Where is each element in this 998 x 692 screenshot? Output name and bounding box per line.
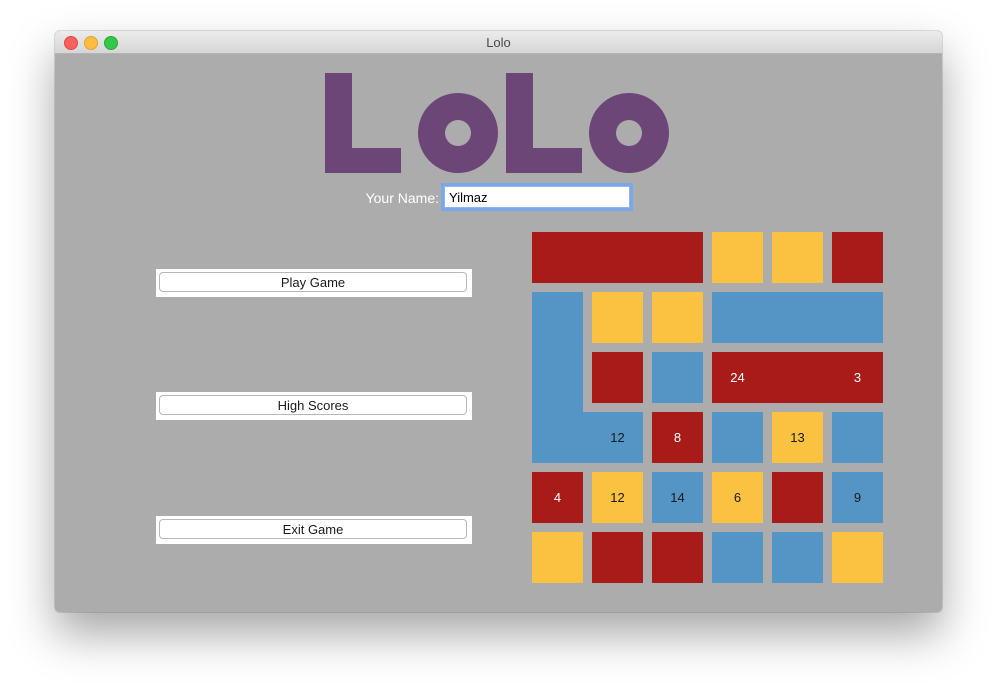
blue-tile[interactable]	[772, 292, 823, 343]
window-title: Lolo	[486, 35, 511, 50]
blue-tile[interactable]	[832, 292, 883, 343]
tile-number: 3	[853, 369, 862, 385]
tile-number: 4	[553, 489, 562, 505]
blue-tile[interactable]	[532, 403, 583, 412]
blue-tile[interactable]	[712, 292, 763, 343]
yellow-tile[interactable]	[712, 232, 763, 283]
high-scores-frame: High Scores	[156, 392, 472, 420]
game-board[interactable]: 12 24 3 8 13 4 12 14 6 9	[532, 232, 883, 583]
lolo-logo	[325, 73, 669, 173]
blue-tile[interactable]	[832, 412, 883, 463]
red-tile[interactable]	[772, 472, 823, 523]
red-tile[interactable]	[832, 232, 883, 283]
tile-number: 14	[670, 489, 685, 505]
yellow-tile[interactable]	[592, 292, 643, 343]
red-tile[interactable]	[592, 532, 643, 583]
play-game-button[interactable]: Play Game	[159, 272, 467, 292]
tile-number: 24	[730, 369, 745, 385]
blue-tile[interactable]	[652, 352, 703, 403]
your-name-label: Your Name:	[365, 190, 439, 206]
blue-tile[interactable]	[532, 352, 583, 403]
yellow-tile[interactable]	[532, 532, 583, 583]
title-bar: Lolo	[55, 31, 942, 54]
tile-number: 6	[733, 489, 742, 505]
blue-tile[interactable]	[712, 412, 763, 463]
blue-tile[interactable]	[823, 292, 832, 343]
blue-tile[interactable]	[772, 532, 823, 583]
red-tile[interactable]	[643, 232, 652, 283]
yellow-tile[interactable]	[772, 232, 823, 283]
tile-number: 8	[673, 429, 682, 445]
tile-number: 12	[610, 489, 625, 505]
blue-tile[interactable]	[532, 412, 583, 463]
play-game-frame: Play Game	[156, 269, 472, 297]
red-tile[interactable]	[592, 232, 643, 283]
red-tile[interactable]	[592, 352, 643, 403]
red-tile[interactable]	[823, 352, 832, 403]
tile-number: 9	[853, 489, 862, 505]
tile-number: 12	[610, 429, 625, 445]
red-tile[interactable]	[763, 352, 772, 403]
red-tile[interactable]	[652, 232, 703, 283]
red-tile[interactable]	[772, 352, 823, 403]
yellow-tile[interactable]	[652, 292, 703, 343]
blue-tile[interactable]	[712, 532, 763, 583]
high-scores-button[interactable]: High Scores	[159, 395, 467, 415]
tile-number: 13	[790, 429, 805, 445]
red-tile[interactable]	[532, 232, 583, 283]
yellow-tile[interactable]	[832, 532, 883, 583]
blue-tile[interactable]	[532, 343, 583, 352]
red-tile[interactable]	[583, 232, 592, 283]
exit-game-button[interactable]: Exit Game	[159, 519, 467, 539]
red-tile[interactable]	[652, 532, 703, 583]
player-name-input[interactable]	[444, 186, 630, 208]
game-window: Lolo Your Name: Play Game High Scores Ex…	[55, 31, 942, 612]
blue-tile[interactable]	[583, 412, 592, 463]
blue-tile[interactable]	[532, 292, 583, 343]
blue-tile[interactable]	[763, 292, 772, 343]
exit-game-frame: Exit Game	[156, 516, 472, 544]
